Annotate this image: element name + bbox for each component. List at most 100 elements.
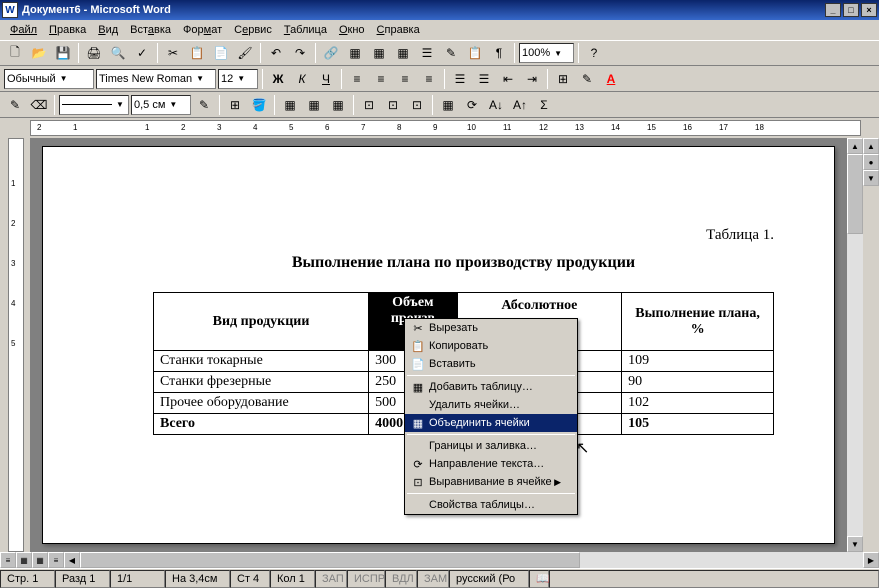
weblayout-view-button[interactable]: ▦ <box>16 552 32 568</box>
cell[interactable]: 102 <box>622 393 774 414</box>
status-ovr[interactable]: ЗАМ <box>417 570 449 588</box>
ctx-paste[interactable]: 📄Вставить <box>405 355 577 373</box>
border-color-button[interactable]: ✎ <box>193 94 215 116</box>
split-cells-button[interactable]: ▦ <box>327 94 349 116</box>
copy-button[interactable]: 📋 <box>186 42 208 64</box>
text-direction-button[interactable]: ⟳ <box>461 94 483 116</box>
paste-button[interactable]: 📄 <box>210 42 232 64</box>
restore-button[interactable]: □ <box>843 3 859 17</box>
fontsize-dropdown[interactable]: 12▼ <box>218 69 258 89</box>
status-book-icon[interactable]: 📖 <box>529 570 549 588</box>
highlight-button[interactable]: ✎ <box>576 68 598 90</box>
close-button[interactable]: × <box>861 3 877 17</box>
status-trk[interactable]: ИСПР <box>347 570 385 588</box>
font-color-button[interactable]: A <box>600 68 622 90</box>
sort-asc-button[interactable]: A↓ <box>485 94 507 116</box>
hyperlink-button[interactable]: 🔗 <box>320 42 342 64</box>
dist-cols-button[interactable]: ⊡ <box>406 94 428 116</box>
bold-button[interactable]: Ж <box>267 68 289 90</box>
menu-tools[interactable]: Сервис <box>228 22 278 38</box>
ctx-cut[interactable]: ✂Вырезать <box>405 319 577 337</box>
status-lang[interactable]: русский (Ро <box>449 570 529 588</box>
vertical-ruler[interactable]: 1 2 3 4 5 <box>8 138 24 552</box>
hscroll-thumb[interactable] <box>80 552 580 568</box>
inc-indent-button[interactable]: ⇥ <box>521 68 543 90</box>
docmap-button[interactable]: 📋 <box>464 42 486 64</box>
menu-file[interactable]: Файл <box>4 22 43 38</box>
eraser-button[interactable]: ⌫ <box>28 94 50 116</box>
menu-help[interactable]: Справка <box>371 22 426 38</box>
style-dropdown[interactable]: Обычный▼ <box>4 69 94 89</box>
new-button[interactable]: 🗋 <box>4 42 26 64</box>
align-top-button[interactable]: ⊡ <box>358 94 380 116</box>
horizontal-scrollbar[interactable]: ◀ ▶ <box>64 552 879 568</box>
line-style-dropdown[interactable]: ▼ <box>59 95 129 115</box>
scroll-left-button[interactable]: ◀ <box>64 552 80 568</box>
menu-window[interactable]: Окно <box>333 22 371 38</box>
scroll-up-button[interactable]: ▲ <box>847 138 863 154</box>
justify-button[interactable]: ≡ <box>418 68 440 90</box>
excel-button[interactable]: ▦ <box>392 42 414 64</box>
ctx-align[interactable]: ⊡Выравнивание в ячейке▶ <box>405 473 577 491</box>
next-page-button[interactable]: ▼ <box>863 170 879 186</box>
cell[interactable]: 109 <box>622 351 774 372</box>
menu-view[interactable]: Вид <box>92 22 124 38</box>
dec-indent-button[interactable]: ⇤ <box>497 68 519 90</box>
line-weight-dropdown[interactable]: 0,5 см▼ <box>131 95 191 115</box>
dist-rows-button[interactable]: ⊡ <box>382 94 404 116</box>
cell[interactable]: Всего <box>154 414 369 435</box>
cell[interactable]: Станки токарные <box>154 351 369 372</box>
merge-cells-button[interactable]: ▦ <box>303 94 325 116</box>
cell[interactable]: 105 <box>622 414 774 435</box>
cut-button[interactable]: ✂ <box>162 42 184 64</box>
menu-insert[interactable]: Вставка <box>124 22 177 38</box>
ctx-table-props[interactable]: Свойства таблицы… <box>405 496 577 514</box>
scroll-right-button[interactable]: ▶ <box>863 552 879 568</box>
undo-button[interactable]: ↶ <box>265 42 287 64</box>
print-view-button[interactable]: ▦ <box>32 552 48 568</box>
menu-edit[interactable]: Правка <box>43 22 92 38</box>
borders-button[interactable]: ⊞ <box>552 68 574 90</box>
status-rec[interactable]: ЗАП <box>315 570 347 588</box>
columns-button[interactable]: ☰ <box>416 42 438 64</box>
draw-table-button[interactable]: ✎ <box>4 94 26 116</box>
format-painter-button[interactable]: 🖌 <box>234 42 256 64</box>
drawing-button[interactable]: ✎ <box>440 42 462 64</box>
fill-color-button[interactable]: 🪣 <box>248 94 270 116</box>
preview-button[interactable]: 🔍 <box>107 42 129 64</box>
scroll-down-button[interactable]: ▼ <box>847 536 863 552</box>
insert-table-button[interactable]: ▦ <box>368 42 390 64</box>
autoformat-button[interactable]: ▦ <box>437 94 459 116</box>
ctx-delete-cells[interactable]: Удалить ячейки… <box>405 396 577 414</box>
zoom-dropdown[interactable]: 100%▼ <box>519 43 574 63</box>
align-center-button[interactable]: ≡ <box>370 68 392 90</box>
outside-border-button[interactable]: ⊞ <box>224 94 246 116</box>
cell[interactable]: 90 <box>622 372 774 393</box>
normal-view-button[interactable]: ≡ <box>0 552 16 568</box>
font-dropdown[interactable]: Times New Roman▼ <box>96 69 216 89</box>
cell[interactable]: Станки фрезерные <box>154 372 369 393</box>
status-ext[interactable]: ВДЛ <box>385 570 417 588</box>
ctx-merge-cells[interactable]: ▦Объединить ячейки <box>405 414 577 432</box>
bullet-list-button[interactable]: ☰ <box>473 68 495 90</box>
italic-button[interactable]: К <box>291 68 313 90</box>
numbered-list-button[interactable]: ☰ <box>449 68 471 90</box>
align-right-button[interactable]: ≡ <box>394 68 416 90</box>
underline-button[interactable]: Ч <box>315 68 337 90</box>
ctx-borders[interactable]: Границы и заливка… <box>405 437 577 455</box>
cell[interactable]: Прочее оборудование <box>154 393 369 414</box>
prev-page-button[interactable]: ▲ <box>863 138 879 154</box>
ctx-text-direction[interactable]: ⟳Направление текста… <box>405 455 577 473</box>
ctx-copy[interactable]: 📋Копировать <box>405 337 577 355</box>
open-button[interactable]: 📂 <box>28 42 50 64</box>
tables-borders-button[interactable]: ▦ <box>344 42 366 64</box>
outline-view-button[interactable]: ≡ <box>48 552 64 568</box>
align-left-button[interactable]: ≡ <box>346 68 368 90</box>
horizontal-ruler[interactable]: 2 1 1 2 3 4 5 6 7 8 9 10 11 12 13 14 15 … <box>30 120 861 136</box>
help-button[interactable]: ? <box>583 42 605 64</box>
sort-desc-button[interactable]: A↑ <box>509 94 531 116</box>
print-button[interactable]: 🖨 <box>83 42 105 64</box>
menu-table[interactable]: Таблица <box>278 22 333 38</box>
insert-table-button2[interactable]: ▦ <box>279 94 301 116</box>
menu-format[interactable]: Формат <box>177 22 228 38</box>
